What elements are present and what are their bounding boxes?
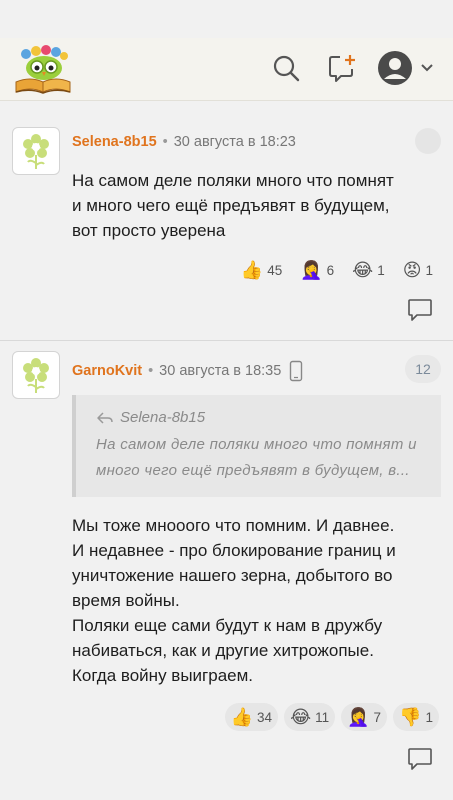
comment-time[interactable]: 30 августа в 18:23 (174, 134, 296, 150)
quote-author: Selena-8b15 (120, 409, 206, 426)
reaction-thumbs-up[interactable]: 👍 34 (224, 703, 279, 731)
comment-line: и много чего ещё предъявят в будущем, (72, 196, 390, 215)
reply-bubble-icon (408, 299, 432, 321)
thumbs-down-icon: 👎 (399, 707, 422, 727)
reaction-count: 1 (425, 709, 433, 725)
angry-icon: 😡 (402, 260, 422, 280)
quote-header: Selena-8b15 (96, 409, 429, 426)
thumbs-up-icon: 👍 (240, 260, 264, 280)
top-bar (0, 38, 453, 101)
reply-bubble-icon (408, 748, 432, 770)
reaction-thumbs-down[interactable]: 👎 1 (393, 703, 439, 731)
avatar[interactable] (12, 127, 60, 175)
reaction-count: 11 (315, 709, 330, 725)
chevron-down-icon (421, 64, 433, 72)
reaction-facepalm[interactable]: 🤦‍♀️ 7 (341, 703, 388, 731)
profile-menu-button[interactable] (374, 50, 436, 86)
flower-avatar-icon (23, 134, 49, 169)
comment-line: И недавнее - про блокирование границ и (72, 541, 396, 560)
comment-menu-button[interactable] (415, 128, 441, 154)
comment-line: Мы тоже мнооого что помним. И давнее. (72, 516, 395, 535)
comment-line: вот просто уверена (72, 221, 226, 240)
author-name[interactable]: GarnoKvit (72, 363, 142, 379)
reply-button[interactable] (407, 298, 433, 322)
reaction-count: 34 (257, 709, 273, 725)
comment-text: На самом деле поляки много что помнят и … (72, 168, 442, 243)
separator: • (148, 363, 154, 379)
laughing-icon: 😂 (352, 260, 374, 280)
comment: GarnoKvit • 30 августа в 18:35 12 Selena… (0, 343, 453, 791)
reaction-angry[interactable]: 😡 1 (397, 256, 439, 284)
mobile-device-icon (290, 360, 303, 382)
comment-line: время войны. (72, 591, 180, 610)
flower-avatar-icon (23, 358, 49, 393)
comment-time[interactable]: 30 августа в 18:35 (159, 363, 281, 379)
comment-meta: Selena-8b15 • 30 августа в 18:23 (72, 134, 296, 150)
reply-button[interactable] (407, 747, 433, 771)
comment-line: На самом деле поляки много что помнят (72, 171, 394, 190)
comment-line: уничтожение нашего зерна, добытого во (72, 566, 393, 585)
comment-text: Мы тоже мнооого что помним. И давнее. И … (72, 513, 442, 688)
comment-line: Поляки еще сами будут к нам в дружбу (72, 616, 383, 635)
reply-count-badge[interactable]: 12 (405, 355, 441, 383)
reaction-thumbs-up[interactable]: 👍 45 (235, 256, 288, 284)
avatar[interactable] (12, 351, 60, 399)
user-icon (378, 51, 412, 85)
reaction-laughing[interactable]: 😂 11 (284, 703, 336, 731)
quote-text: На самом деле поляки много что помнят и … (96, 432, 429, 484)
reaction-facepalm[interactable]: 🤦‍♀️ 6 (294, 256, 340, 284)
facepalm-icon: 🤦‍♀️ (300, 260, 323, 280)
reaction-count: 1 (377, 262, 385, 278)
comment-line: Когда войну выиграем. (72, 666, 254, 685)
laughing-icon: 😂 (290, 707, 312, 727)
comment-meta: GarnoKvit • 30 августа в 18:35 (72, 360, 303, 382)
comment: Selena-8b15 • 30 августа в 18:23 На само… (0, 112, 453, 341)
reactions-bar: 👍 34 😂 11 🤦‍♀️ 7 👎 1 (0, 703, 439, 731)
thumbs-up-icon: 👍 (230, 707, 254, 727)
reactions-bar: 👍 45 🤦‍♀️ 6 😂 1 😡 1 (0, 256, 439, 284)
comment-line: набиваться, как и другие хитрожопые. (72, 641, 374, 660)
reaction-count: 7 (373, 709, 382, 725)
owl-reading-logo[interactable] (12, 44, 74, 94)
reaction-count: 1 (425, 262, 433, 278)
reaction-count: 6 (326, 262, 335, 278)
reaction-laughing[interactable]: 😂 1 (346, 256, 391, 284)
quote-line: На самом деле поляки много что помнят и (96, 436, 417, 453)
separator: • (162, 134, 168, 150)
search-icon (273, 55, 300, 82)
quote-line: много чего ещё предъявят в будущем, в... (96, 462, 410, 479)
reply-arrow-icon (97, 411, 113, 424)
author-name[interactable]: Selena-8b15 (72, 134, 157, 150)
new-comment-button[interactable] (324, 50, 360, 86)
facepalm-icon: 🤦‍♀️ (347, 707, 370, 727)
quoted-comment[interactable]: Selena-8b15 На самом деле поляки много ч… (72, 395, 441, 497)
search-button[interactable] (268, 50, 304, 86)
reaction-count: 45 (267, 262, 283, 278)
add-comment-icon (329, 55, 355, 82)
